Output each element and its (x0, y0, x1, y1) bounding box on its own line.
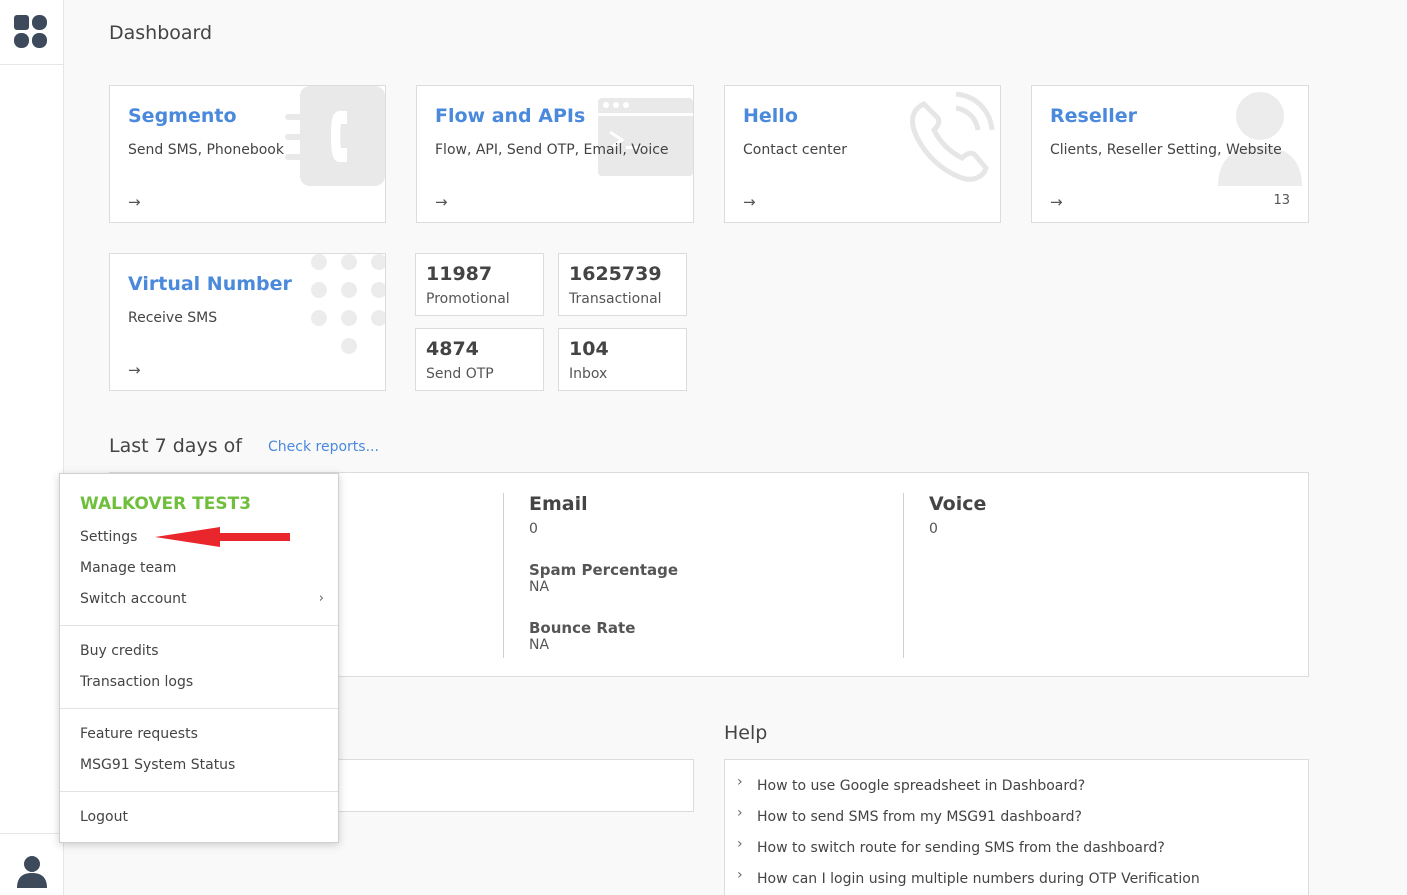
card-hello[interactable]: Hello Contact center → (724, 85, 1001, 223)
card-subtitle: Flow, API, Send OTP, Email, Voice (435, 142, 669, 158)
card-subtitle: Receive SMS (128, 310, 218, 326)
chevron-right-icon[interactable]: › (319, 591, 324, 606)
card-title: Segmento (128, 105, 237, 127)
chevron-right-icon: › (737, 836, 743, 852)
terminal-window-icon (598, 98, 693, 176)
card-subtitle: Contact center (743, 142, 847, 158)
page-title: Dashboard (109, 22, 213, 44)
person-icon (1218, 92, 1302, 186)
stat-label: Promotional (426, 291, 510, 307)
menu-separator (60, 625, 338, 626)
report-voice-heading: Voice (929, 493, 987, 515)
help-link[interactable]: › How to use Google spreadsheet in Dashbo… (737, 774, 1085, 794)
arrow-right-icon[interactable]: → (435, 193, 448, 211)
menu-item-feature-requests[interactable]: Feature requests (80, 726, 198, 742)
rail-bottom (0, 833, 63, 895)
menu-item-buy-credits[interactable]: Buy credits (80, 643, 159, 659)
help-panel: › How to use Google spreadsheet in Dashbo… (724, 759, 1309, 895)
stat-label: Transactional (569, 291, 662, 307)
card-virtual-number[interactable]: Virtual Number Receive SMS → (109, 253, 386, 391)
help-link[interactable]: › How to send SMS from my MSG91 dashboard… (737, 805, 1082, 825)
card-title: Hello (743, 105, 798, 127)
card-segmento[interactable]: Segmento Send SMS, Phonebook → (109, 85, 386, 223)
help-link-label: How to send SMS from my MSG91 dashboard? (757, 809, 1082, 825)
rail-top (0, 0, 63, 65)
report-email-value: 0 (529, 521, 538, 537)
menu-separator (60, 791, 338, 792)
report-voice-value: 0 (929, 521, 938, 537)
card-title: Virtual Number (128, 273, 292, 295)
apps-grid-icon[interactable] (14, 15, 48, 49)
report-section-title: Last 7 days of (109, 435, 242, 457)
card-subtitle: Send SMS, Phonebook (128, 142, 284, 158)
stat-transactional[interactable]: 1625739 Transactional (558, 253, 687, 316)
arrow-right-icon[interactable]: → (1050, 193, 1063, 211)
report-voice: Voice 0 (929, 493, 986, 658)
dot-grid-icon (311, 254, 385, 354)
arrow-right-icon[interactable]: → (128, 361, 141, 379)
chevron-right-icon: › (737, 774, 743, 790)
menu-item-settings[interactable]: Settings (80, 529, 137, 545)
stat-value: 104 (569, 338, 609, 360)
bounce-rate-value: NA (529, 637, 550, 653)
help-link-label: How to use Google spreadsheet in Dashboa… (757, 778, 1086, 794)
divider (503, 493, 504, 658)
card-count: 13 (1273, 193, 1290, 208)
stat-value: 1625739 (569, 263, 662, 285)
report-email: Email 0 Spam Percentage NA Bounce Rate N… (529, 493, 678, 658)
stat-label: Send OTP (426, 366, 494, 382)
menu-item-system-status[interactable]: MSG91 System Status (80, 757, 235, 773)
spam-percentage-value: NA (529, 579, 550, 595)
account-name: WALKOVER TEST3 (80, 494, 252, 514)
menu-item-logout[interactable]: Logout (80, 809, 128, 825)
bounce-rate-label: Bounce Rate (529, 619, 636, 637)
help-link[interactable]: › How can I login using multiple numbers … (737, 867, 1200, 887)
menu-item-transaction-logs[interactable]: Transaction logs (80, 674, 193, 690)
check-reports-link[interactable]: Check reports... (268, 439, 379, 455)
chevron-right-icon: › (737, 867, 743, 883)
user-avatar-icon[interactable] (15, 854, 49, 888)
spam-percentage-label: Spam Percentage (529, 561, 679, 579)
annotation-arrow-icon (155, 527, 290, 547)
help-link-label: How can I login using multiple numbers d… (757, 871, 1200, 887)
report-email-heading: Email (529, 493, 588, 515)
menu-item-manage-team[interactable]: Manage team (80, 560, 176, 576)
help-link[interactable]: › How to switch route for sending SMS fro… (737, 836, 1165, 856)
phone-call-icon (909, 91, 995, 182)
card-reseller[interactable]: Reseller Clients, Reseller Setting, Webs… (1031, 85, 1309, 223)
stat-value: 4874 (426, 338, 479, 360)
stat-send-otp[interactable]: 4874 Send OTP (415, 328, 544, 391)
chevron-right-icon: › (737, 805, 743, 821)
menu-separator (60, 708, 338, 709)
card-title: Flow and APIs (435, 105, 586, 127)
left-rail (0, 0, 64, 895)
stat-inbox[interactable]: 104 Inbox (558, 328, 687, 391)
divider (903, 493, 904, 658)
menu-item-switch-account[interactable]: Switch account (80, 591, 187, 607)
card-flow-and-apis[interactable]: Flow and APIs Flow, API, Send OTP, Email… (416, 85, 694, 223)
card-title: Reseller (1050, 105, 1137, 127)
stat-promotional[interactable]: 11987 Promotional (415, 253, 544, 316)
help-title: Help (724, 722, 768, 744)
card-subtitle: Clients, Reseller Setting, Website (1050, 142, 1282, 158)
stat-value: 11987 (426, 263, 493, 285)
arrow-right-icon[interactable]: → (128, 193, 141, 211)
stat-label: Inbox (569, 366, 608, 382)
phone-icon (285, 86, 385, 186)
arrow-right-icon[interactable]: → (743, 193, 756, 211)
help-link-label: How to switch route for sending SMS from… (757, 840, 1165, 856)
